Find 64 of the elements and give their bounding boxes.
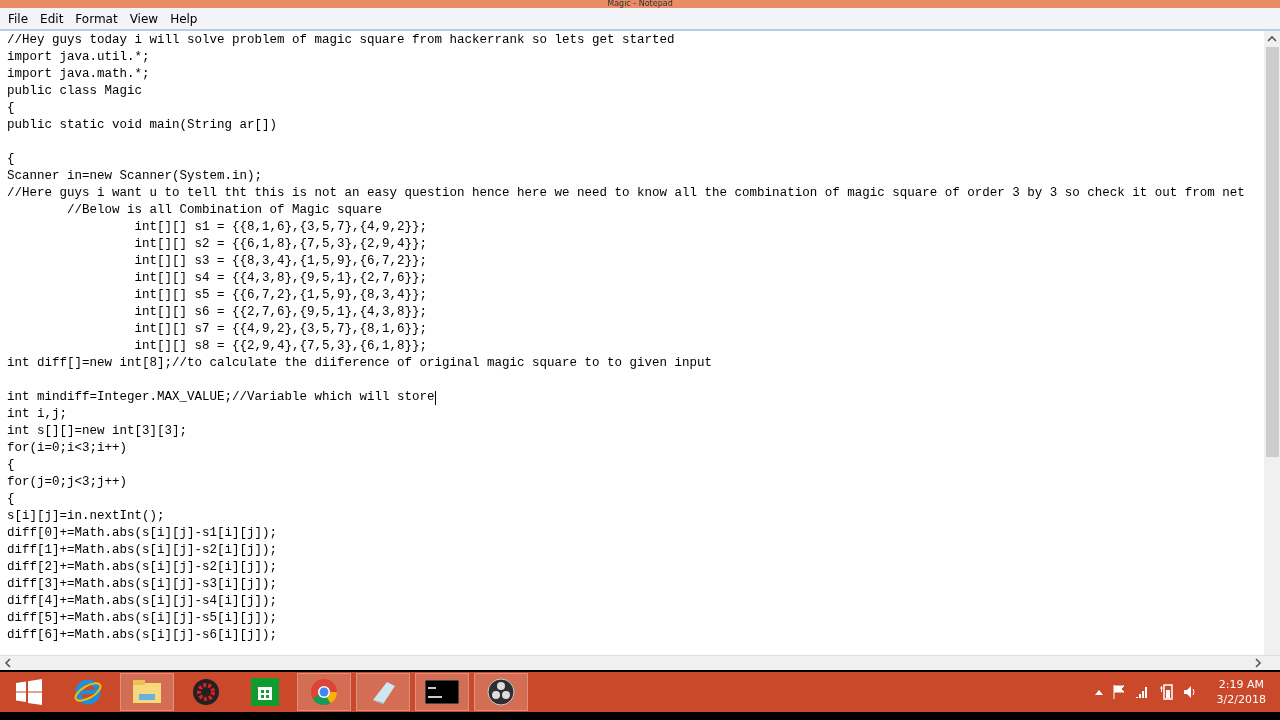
shopping-bag-icon [251,678,279,706]
taskbar-button[interactable] [474,673,528,711]
speaker-icon[interactable] [1182,685,1197,699]
code-line: //Below is all Combination of Magic square [66,202,383,219]
terminal-icon [425,680,459,704]
obs-icon [487,678,515,706]
windows-logo-icon [16,679,42,705]
code-line: { [7,457,15,474]
folder-icon [132,679,162,705]
code-line: int i,j; [7,406,67,423]
code-line: public class Magic [7,83,143,100]
code-line: { [7,151,15,168]
code-line: for(j=0;j<3;j++) [7,474,128,491]
code-line: int[][] s4 = {{4,3,8},{9,5,1},{2,7,6}}; [133,270,428,287]
code-line: int[][] s6 = {{2,7,6},{9,5,1},{4,3,8}}; [133,304,428,321]
gear-icon [192,678,220,706]
menu-item[interactable]: Help [164,11,204,26]
taskbar-button[interactable] [415,673,469,711]
scroll-right-icon[interactable] [1254,658,1262,668]
code-line: diff[3]+=Math.abs(s[i][j]-s3[i][j]); [7,576,278,593]
code-line: int[][] s1 = {{8,1,6},{3,5,7},{4,9,2}}; [133,219,428,236]
clock[interactable]: 2:19 AM 3/2/2018 [1216,677,1266,707]
code-line: diff[6]+=Math.abs(s[i][j]-s6[i][j]); [7,627,278,644]
clock-time: 2:19 AM [1218,677,1264,692]
code-line: int[][] s5 = {{6,7,2},{1,5,9},{8,3,4}}; [133,287,428,304]
code-line: int mindiff=Integer.MAX_VALUE;//Variable which will store [7,389,435,406]
code-line: //Here guys i want u to tell tht this is not an easy question hence here we need to know all the combination of magic square of order 3 by 3 so check it out from net [7,185,1245,202]
scroll-thumb[interactable] [1265,47,1279,457]
vertical-scrollbar[interactable] [1264,31,1280,655]
code-line: int s[][]=new int[3][3]; [7,423,188,440]
browser-e-icon [73,677,103,707]
code-line: //Hey guys today i will solve problem of magic square from hackerrank so lets get started [7,32,675,49]
code-line: for(i=0;i<3;i++) [7,440,128,457]
menu-item[interactable]: View [123,11,165,26]
code-line: diff[2]+=Math.abs(s[i][j]-s2[i][j]); [7,559,278,576]
code-line: int diff[]=new int[8];//to calculate the diiference of original magic square to to given input [7,355,713,372]
battery-icon[interactable] [1158,684,1173,700]
code-line: { [7,491,15,508]
menu-item[interactable]: File [2,11,35,26]
code-line: diff[5]+=Math.abs(s[i][j]-s5[i][j]); [7,610,278,627]
horizontal-scrollbar[interactable] [0,655,1280,670]
chrome-icon [310,678,338,706]
scroll-up-icon[interactable] [1267,35,1277,43]
code-line: diff[0]+=Math.abs(s[i][j]-s1[i][j]); [7,525,278,542]
flag-icon[interactable] [1112,685,1125,699]
scroll-left-icon[interactable] [4,658,12,668]
code-line: diff[4]+=Math.abs(s[i][j]-s4[i][j]); [7,593,278,610]
menu-item[interactable]: Edit [34,11,70,26]
code-line: int[][] s8 = {{2,9,4},{7,5,3},{6,1,8}}; [133,338,428,355]
code-line: { [7,100,15,117]
code-line: int[][] s2 = {{6,1,8},{7,5,3},{2,9,4}}; [133,236,428,253]
menu-item[interactable]: Format [69,11,124,26]
code-line: int[][] s7 = {{4,9,2},{3,5,7},{8,1,6}}; [133,321,428,338]
code-line: diff[1]+=Math.abs(s[i][j]-s2[i][j]); [7,542,278,559]
tray-expand-icon[interactable] [1094,689,1103,695]
code-line: s[i][j]=in.nextInt(); [7,508,165,525]
code-line: import java.util.*; [7,49,150,66]
window-title: Magic - Notepad [607,0,673,8]
signal-icon[interactable] [1134,686,1149,698]
code-line: import java.math.*; [7,66,150,83]
code-line: public static void main(String ar[]) [7,117,278,134]
code-line: int[][] s3 = {{8,3,4},{1,5,9},{6,7,2}}; [133,253,428,270]
code-line: Scanner in=new Scanner(System.in); [7,168,263,185]
clock-date: 3/2/2018 [1216,692,1266,707]
